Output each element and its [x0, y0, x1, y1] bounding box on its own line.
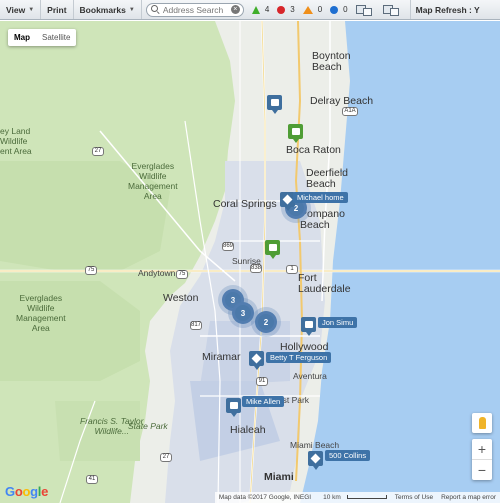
red-filter-toggle[interactable]: 3 — [277, 5, 295, 14]
road-shield: 75 — [85, 266, 97, 275]
view-label: View — [6, 4, 26, 15]
car-icon — [229, 402, 238, 409]
map-type-satellite-button[interactable]: Satellite — [36, 29, 76, 46]
report-map-error-link[interactable]: Report a map error — [437, 494, 500, 501]
pin-mike-allen[interactable] — [226, 398, 241, 417]
scale-indicator[interactable]: 10 km — [315, 494, 391, 501]
zoom-out-button[interactable]: − — [472, 460, 492, 480]
orange-count: 0 — [317, 5, 323, 14]
chevron-down-icon: ▼ — [128, 6, 135, 13]
place-label-state-park: State Park — [128, 421, 168, 431]
orange-filter-toggle[interactable]: 0 — [302, 5, 323, 14]
red-circle-icon — [277, 5, 286, 14]
road-shield: 838 — [250, 264, 262, 273]
blue-filter-toggle[interactable]: 0 — [330, 5, 348, 14]
warning-triangle-icon — [302, 5, 313, 14]
car-icon — [304, 321, 313, 328]
address-search-input[interactable] — [162, 4, 231, 15]
place-label-fort-lauderdale: Fort Lauderdale — [298, 272, 351, 295]
road-shield: 27 — [92, 147, 104, 156]
diamond-icon — [282, 194, 293, 205]
pin-label-michael-home[interactable]: Michael home — [293, 192, 348, 203]
up-arrow-icon — [251, 5, 260, 14]
pin-jon-simu[interactable] — [301, 317, 316, 336]
map-type-map-button[interactable]: Map — [8, 29, 36, 46]
road-shield: 869 — [222, 242, 234, 251]
bookmarks-menu-button[interactable]: Bookmarks ▼ — [74, 0, 142, 19]
pin-label-betty-ferguson[interactable]: Betty T Ferguson — [266, 352, 332, 363]
place-label-miami: Miami — [264, 471, 294, 483]
blue-count: 0 — [343, 5, 348, 14]
place-label-miami-beach: Miami Beach — [290, 440, 340, 450]
map-refresh-control[interactable]: Map Refresh : Y — [409, 0, 480, 19]
google-logo[interactable]: Google — [5, 484, 48, 499]
search-icon — [150, 5, 160, 14]
print-button[interactable]: Print — [41, 0, 74, 19]
view-menu-button[interactable]: View ▼ — [0, 0, 42, 19]
place-label-everglades-mgmt: Everglades Wildlife Management Area — [128, 161, 178, 201]
place-label-deerfield-beach: Deerfield Beach — [306, 167, 349, 190]
layers-icon[interactable] — [355, 3, 375, 17]
road-shield: 41 — [86, 475, 98, 484]
road-shield: 91 — [256, 377, 268, 386]
place-label-andytown: Andytown — [138, 268, 176, 278]
map-refresh-label: Map Refresh : Y — [415, 4, 480, 15]
street-view-pegman-icon[interactable] — [472, 413, 492, 433]
building-icon — [291, 128, 300, 135]
map-type-control: Map Satellite — [8, 29, 77, 46]
marker-cluster[interactable]: 3 — [232, 302, 254, 324]
green-count: 4 — [264, 5, 270, 14]
pin-500-collins[interactable] — [308, 451, 323, 470]
pin-label-mike-allen[interactable]: Mike Allen — [242, 396, 285, 407]
place-label-weston: Weston — [163, 292, 199, 304]
road-shield: A1A — [342, 107, 358, 116]
road-shield: 75 — [176, 270, 188, 279]
diamond-icon — [251, 353, 262, 364]
blue-location-pin[interactable] — [267, 95, 282, 114]
road-shield: 817 — [190, 321, 202, 330]
pin-label-jon-simu[interactable]: Jon Simu — [318, 317, 358, 328]
map-canvas[interactable]: Map Satellite Boynton Beach Delray Beach… — [0, 21, 500, 503]
blue-circle-icon — [330, 5, 339, 14]
place-label-miramar: Miramar — [202, 351, 241, 363]
place-label-boynton-beach: Boynton Beach — [312, 50, 351, 73]
red-count: 3 — [290, 5, 295, 14]
green-filter-toggle[interactable]: 4 — [251, 5, 270, 14]
zoom-control: + − — [472, 439, 492, 480]
terms-of-use-link[interactable]: Terms of Use — [391, 494, 437, 501]
address-search-box[interactable]: × — [145, 2, 244, 17]
place-label-aventura: Aventura — [293, 371, 327, 381]
place-label-everglades-top: ey Land Wildlife ent Area — [0, 126, 32, 156]
scale-label: 10 km — [323, 494, 341, 501]
green-location-pin[interactable] — [288, 124, 303, 143]
marker-cluster[interactable]: 2 — [255, 311, 277, 333]
clear-icon[interactable]: × — [230, 5, 240, 14]
map-toolbar: View▼ Print Bookmarks▼ × 4 3 0 0 Map Ref… — [0, 0, 500, 20]
place-label-pompano-beach: Pompano Beach — [300, 208, 345, 231]
place-label-hialeah: Hialeah — [230, 424, 266, 436]
building-icon — [268, 244, 277, 251]
place-label-everglades-left: Everglades Wildlife Management Area — [16, 293, 66, 333]
place-label-coral-springs: Coral Springs — [213, 198, 277, 210]
place-label-boca-raton: Boca Raton — [286, 144, 341, 156]
pin-label-500-collins[interactable]: 500 Collins — [325, 450, 371, 461]
overlay-icon[interactable] — [382, 3, 402, 17]
road-shield: 1 — [286, 265, 298, 274]
print-label: Print — [47, 4, 67, 15]
house-icon — [270, 99, 279, 106]
map-footer: Map data ©2017 Google, INEGI 10 km Terms… — [214, 492, 500, 503]
map-data-attribution: Map data ©2017 Google, INEGI — [218, 494, 312, 501]
scale-bar — [346, 495, 387, 499]
pin-betty-ferguson[interactable] — [249, 351, 264, 370]
bookmarks-label: Bookmarks — [79, 4, 126, 15]
zoom-in-button[interactable]: + — [472, 439, 492, 459]
green-location-pin[interactable] — [265, 240, 280, 259]
chevron-down-icon: ▼ — [28, 6, 35, 13]
diamond-icon — [310, 453, 321, 464]
place-label-delray-beach: Delray Beach — [310, 95, 374, 107]
road-shield: 27 — [160, 453, 172, 462]
